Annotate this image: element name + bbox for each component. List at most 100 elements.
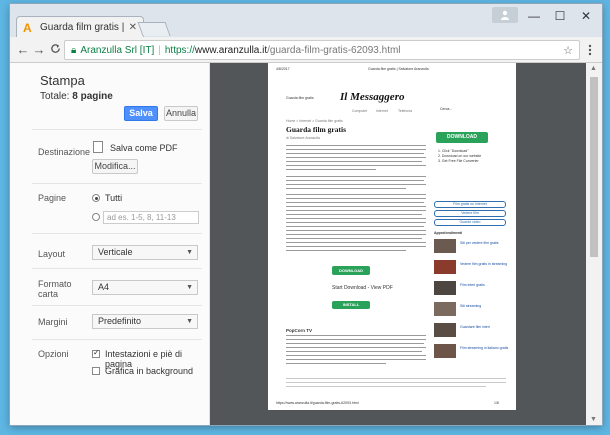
save-button[interactable]: Salva bbox=[124, 106, 158, 121]
pages-all-radio[interactable] bbox=[92, 194, 100, 202]
chevron-down-icon: ▼ bbox=[186, 318, 193, 325]
scroll-down-icon[interactable]: ▼ bbox=[590, 416, 597, 423]
browser-tab[interactable]: A Guarda film gratis | Salva ✕ bbox=[16, 16, 144, 38]
sidebar-link-4: Siti streaming bbox=[460, 304, 482, 308]
browser-menu-icon[interactable] bbox=[588, 44, 594, 56]
install-button: INSTALL bbox=[332, 301, 370, 309]
preview-page: 4/8/2017 Guarda film gratis | Salvatore … bbox=[268, 63, 516, 410]
url-path: /guarda-film-gratis-62093.html bbox=[267, 44, 401, 56]
modify-destination-button[interactable]: Modifica... bbox=[92, 159, 138, 174]
sidebar-thumbnail bbox=[434, 344, 456, 358]
sidebar-button-2: Vedere film bbox=[434, 210, 506, 217]
scroll-up-icon[interactable]: ▲ bbox=[590, 65, 597, 72]
newspaper-logo: Il Messaggero bbox=[340, 91, 405, 103]
ad-step-3: 3. Get Free File Converter bbox=[438, 159, 479, 163]
page-footer-url: https://www.aranzulla.it/guarda-film-gra… bbox=[276, 401, 359, 405]
close-window-button[interactable]: ✕ bbox=[576, 8, 596, 24]
print-dialog: Stampa Totale: 8 pagine Salva Annulla De… bbox=[10, 63, 602, 425]
reload-button[interactable] bbox=[48, 43, 62, 57]
destination-label: Destinazione bbox=[38, 147, 91, 157]
total-label: Totale: bbox=[40, 91, 70, 102]
browser-toolbar: ← → 🔒︎ Aranzulla Srl [IT] | https:// www… bbox=[10, 37, 602, 63]
tab-close-icon[interactable]: ✕ bbox=[129, 22, 137, 33]
sidebar-button-3: Guarde video bbox=[434, 219, 506, 226]
background-graphics-label: Grafica in background bbox=[105, 366, 194, 376]
paper-label-line2: carta bbox=[38, 289, 59, 299]
print-title: Stampa bbox=[40, 73, 85, 88]
divider bbox=[32, 183, 202, 184]
sidebar-thumbnail bbox=[434, 239, 456, 253]
url-host: www.aranzulla.it bbox=[194, 44, 268, 56]
margins-select[interactable]: Predefinito ▼ bbox=[92, 314, 198, 329]
browser-window: A Guarda film gratis | Salva ✕ — ☐ ✕ ← →… bbox=[10, 4, 602, 425]
maximize-button[interactable]: ☐ bbox=[550, 8, 570, 24]
total-value: 8 pagine bbox=[72, 91, 113, 102]
margins-value: Predefinito bbox=[98, 316, 142, 326]
pages-all-label: Tutti bbox=[105, 193, 123, 203]
start-download-text: Start Download - View PDF bbox=[332, 285, 393, 291]
sidebar-thumbnail bbox=[434, 302, 456, 316]
preview-scrollbar[interactable]: ▲ ▼ bbox=[586, 63, 602, 425]
download-ad-button: DOWNLOAD bbox=[436, 132, 488, 143]
ad-step-1: 1. Click "Download" bbox=[438, 149, 469, 153]
chevron-down-icon: ▼ bbox=[186, 249, 193, 256]
paper-label: Formato carta bbox=[38, 279, 72, 299]
title-bar: A Guarda film gratis | Salva ✕ — ☐ ✕ bbox=[10, 4, 602, 38]
cancel-button[interactable]: Annulla bbox=[164, 106, 198, 121]
download-small-button: DOWNLOAD bbox=[332, 266, 370, 275]
divider bbox=[32, 305, 202, 306]
minimize-button[interactable]: — bbox=[524, 8, 544, 24]
pages-label: Pagine bbox=[38, 193, 67, 203]
sidebar-link-6: Film streaming in italiano gratis bbox=[460, 346, 509, 350]
search-label: Cerca... bbox=[440, 107, 453, 111]
new-tab-button[interactable] bbox=[137, 22, 171, 36]
divider bbox=[32, 233, 202, 234]
headers-footers-checkbox[interactable] bbox=[92, 348, 100, 358]
sidebar-link-2: Vedere film gratis in streaming bbox=[460, 262, 508, 266]
pages-range-radio[interactable] bbox=[92, 213, 100, 221]
sidebar-thumbnail bbox=[434, 281, 456, 295]
ad-step-2: 2. Download on our website bbox=[438, 154, 482, 158]
breadcrumb: Home > Internet > Guarda film gratis bbox=[286, 119, 343, 123]
profile-icon[interactable] bbox=[492, 7, 518, 23]
forward-button[interactable]: → bbox=[32, 43, 46, 57]
aranzulla-favicon-icon: A bbox=[23, 20, 32, 35]
scrollbar-thumb[interactable] bbox=[590, 77, 598, 257]
chevron-down-icon: ▼ bbox=[186, 284, 193, 291]
background-graphics-checkbox[interactable] bbox=[92, 367, 100, 375]
url-scheme: https:// bbox=[164, 44, 195, 56]
layout-value: Verticale bbox=[98, 247, 133, 257]
sidebar-link-3: Film interi gratis bbox=[460, 283, 485, 287]
sidebar-heading: Approfondimenti bbox=[434, 231, 463, 235]
promo-text: Guarda film gratis bbox=[286, 96, 314, 100]
print-preview-area: 4/8/2017 Guarda film gratis | Salvatore … bbox=[210, 63, 602, 425]
address-bar[interactable]: 🔒︎ Aranzulla Srl [IT] | https:// www.ara… bbox=[64, 40, 580, 60]
total-pages: Totale: 8 pagine bbox=[40, 91, 113, 102]
divider bbox=[32, 268, 202, 269]
pages-range-input[interactable]: ad es. 1-5, 8, 11-13 bbox=[103, 211, 199, 224]
popcorn-section-heading: PopCorn TV bbox=[286, 328, 312, 333]
margins-label: Margini bbox=[38, 317, 68, 327]
nav-item-internet: Internet bbox=[376, 109, 388, 113]
paper-select[interactable]: A4 ▼ bbox=[92, 280, 198, 295]
layout-select[interactable]: Verticale ▼ bbox=[92, 245, 198, 260]
sidebar-thumbnail bbox=[434, 260, 456, 274]
nav-item-computer: Computer bbox=[352, 109, 368, 113]
bookmark-star-icon[interactable]: ☆ bbox=[563, 44, 573, 57]
paper-label-line1: Formato bbox=[38, 279, 72, 289]
divider bbox=[32, 339, 202, 340]
page-header-date: 4/8/2017 bbox=[276, 67, 290, 71]
sidebar-button-1: Film gratis su Internet bbox=[434, 201, 506, 208]
paper-value: A4 bbox=[98, 282, 110, 292]
layout-label: Layout bbox=[38, 249, 66, 259]
byline: di Salvatore Aranzulla bbox=[286, 136, 320, 140]
tab-title: Guarda film gratis | Salva bbox=[40, 22, 125, 33]
divider bbox=[32, 129, 202, 130]
page-header-title: Guarda film gratis | Salvatore Aranzulla bbox=[368, 67, 429, 71]
article-title: Guarda film gratis bbox=[286, 125, 346, 134]
destination-value: Salva come PDF bbox=[110, 143, 178, 153]
sidebar-link-1: Siti per vedere film gratis bbox=[460, 241, 499, 245]
back-button[interactable]: ← bbox=[16, 43, 30, 57]
sidebar-link-5: Guardare film interi bbox=[460, 325, 490, 329]
sidebar-thumbnail bbox=[434, 323, 456, 337]
